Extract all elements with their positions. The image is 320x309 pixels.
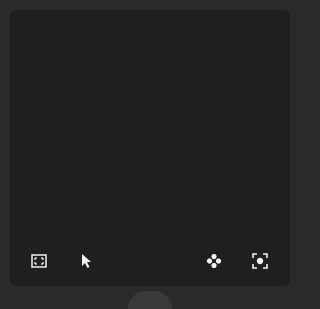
focus-button[interactable] (248, 249, 272, 273)
fit-to-screen-button[interactable] (27, 249, 51, 273)
move-icon (206, 253, 222, 269)
bottom-handle[interactable] (128, 291, 172, 309)
cursor-icon (79, 253, 93, 269)
focus-icon (252, 253, 268, 269)
app-frame (0, 0, 300, 309)
move-tool-button[interactable] (202, 249, 226, 273)
fit-to-screen-icon (31, 254, 47, 268)
canvas-area[interactable] (10, 10, 290, 286)
select-tool-button[interactable] (74, 249, 98, 273)
